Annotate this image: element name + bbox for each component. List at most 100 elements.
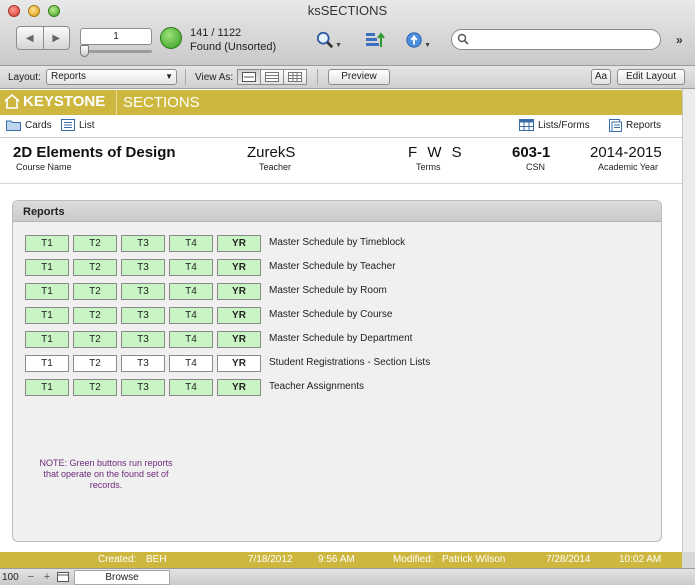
view-as-form-button[interactable]: [237, 69, 261, 85]
nav-lists-forms-label: Lists/Forms: [538, 119, 590, 131]
edit-layout-button[interactable]: Edit Layout: [617, 69, 685, 85]
report-t3-button[interactable]: T3: [121, 355, 165, 372]
created-time: 9:56 AM: [318, 554, 355, 565]
report-t4-button[interactable]: T4: [169, 283, 213, 300]
report-t2-button[interactable]: T2: [73, 331, 117, 348]
report-t1-button[interactable]: T1: [25, 235, 69, 252]
report-row-label: Master Schedule by Department: [269, 333, 413, 344]
csn-label: CSN: [526, 162, 546, 172]
report-t4-button[interactable]: T4: [169, 355, 213, 372]
table-icon: [519, 119, 534, 131]
preview-button[interactable]: Preview: [328, 69, 390, 85]
record-slider-track[interactable]: [80, 50, 152, 53]
report-t4-button[interactable]: T4: [169, 259, 213, 276]
share-button[interactable]: ▼: [405, 28, 431, 52]
list-view-icon: [265, 72, 279, 82]
nav-reports-link[interactable]: Reports: [609, 119, 661, 132]
modified-label: Modified:: [393, 554, 434, 565]
report-t2-button[interactable]: T2: [73, 379, 117, 396]
report-yr-button[interactable]: YR: [217, 331, 261, 348]
academic-year-value[interactable]: 2014-2015: [590, 144, 662, 161]
layout-select[interactable]: Reports ▼: [46, 69, 177, 85]
mode-indicator[interactable]: Browse: [74, 570, 170, 585]
formatting-bar-button[interactable]: Aa: [591, 69, 611, 85]
magnifier-icon: [316, 31, 334, 49]
nav-reports-label: Reports: [626, 120, 662, 131]
report-t1-button[interactable]: T1: [25, 331, 69, 348]
toolbar-overflow-icon[interactable]: »: [676, 33, 683, 47]
zoom-out-icon[interactable]: −: [25, 571, 37, 583]
terms-value[interactable]: F W S: [408, 144, 465, 161]
vertical-scrollbar[interactable]: [682, 89, 695, 552]
report-yr-button[interactable]: YR: [217, 379, 261, 396]
report-t1-button[interactable]: T1: [25, 283, 69, 300]
report-t3-button[interactable]: T3: [121, 307, 165, 324]
report-t1-button[interactable]: T1: [25, 259, 69, 276]
reports-panel-header: [13, 201, 661, 222]
report-yr-button[interactable]: YR: [217, 355, 261, 372]
report-t1-button[interactable]: T1: [25, 379, 69, 396]
divider: [0, 137, 682, 138]
zoom-in-icon[interactable]: +: [41, 571, 53, 583]
report-t3-button[interactable]: T3: [121, 235, 165, 252]
form-view-icon: [242, 72, 256, 82]
layout-select-value: Reports: [51, 71, 87, 82]
quick-find-input[interactable]: [472, 32, 652, 47]
report-t4-button[interactable]: T4: [169, 331, 213, 348]
view-as-table-button[interactable]: [283, 69, 307, 85]
toggle-toolbar-icon[interactable]: [57, 571, 69, 582]
nav-lists-forms-link[interactable]: Lists/Forms: [519, 119, 590, 131]
view-as-label: View As:: [195, 72, 234, 83]
report-t2-button[interactable]: T2: [73, 307, 117, 324]
course-name-value[interactable]: 2D Elements of Design: [13, 144, 176, 161]
report-t4-button[interactable]: T4: [169, 379, 213, 396]
table-view-icon: [288, 72, 302, 82]
find-button[interactable]: ▼: [316, 28, 342, 52]
report-t3-button[interactable]: T3: [121, 259, 165, 276]
report-row-label: Student Registrations - Section Lists: [269, 357, 431, 368]
created-by: BEH: [146, 554, 167, 565]
found-set-pie-icon: [160, 27, 182, 49]
found-status: Found (Unsorted): [190, 41, 277, 53]
report-yr-button[interactable]: YR: [217, 235, 261, 252]
report-t3-button[interactable]: T3: [121, 379, 165, 396]
report-t3-button[interactable]: T3: [121, 283, 165, 300]
nav-list-link[interactable]: List: [61, 119, 95, 131]
created-date: 7/18/2012: [248, 554, 293, 565]
next-record-button[interactable]: ▶: [42, 27, 70, 49]
terms-label: Terms: [416, 162, 441, 172]
report-yr-button[interactable]: YR: [217, 307, 261, 324]
report-t1-button[interactable]: T1: [25, 307, 69, 324]
report-row-label: Master Schedule by Timeblock: [269, 237, 406, 248]
report-yr-button[interactable]: YR: [217, 283, 261, 300]
previous-record-button[interactable]: ◀: [17, 27, 43, 49]
sort-button[interactable]: [362, 28, 388, 52]
report-t2-button[interactable]: T2: [73, 355, 117, 372]
view-as-list-button[interactable]: [260, 69, 284, 85]
divider: [185, 69, 186, 85]
csn-value[interactable]: 603-1: [512, 144, 550, 161]
found-count: 141 / 1122: [190, 27, 242, 39]
nav-cards-link[interactable]: Cards: [6, 119, 52, 131]
report-t3-button[interactable]: T3: [121, 331, 165, 348]
report-t4-button[interactable]: T4: [169, 235, 213, 252]
reports-panel-title: Reports: [23, 206, 65, 218]
modified-date: 7/28/2014: [546, 554, 591, 565]
dropdown-caret-icon: ▼: [424, 41, 431, 49]
report-t2-button[interactable]: T2: [73, 259, 117, 276]
brand-logo[interactable]: KEYSTONE: [4, 93, 105, 110]
report-t1-button[interactable]: T1: [25, 355, 69, 372]
record-number-field[interactable]: 1: [80, 28, 152, 45]
triangle-left-icon: ◀: [25, 32, 34, 44]
report-icon: [609, 119, 622, 132]
record-slider-knob[interactable]: [80, 45, 89, 57]
report-row-label: Master Schedule by Teacher: [269, 261, 396, 272]
report-t4-button[interactable]: T4: [169, 307, 213, 324]
layout-label: Layout:: [8, 72, 41, 83]
search-icon[interactable]: [457, 33, 470, 49]
zoom-level[interactable]: 100: [2, 572, 19, 583]
report-t2-button[interactable]: T2: [73, 235, 117, 252]
teacher-value[interactable]: ZurekS: [247, 144, 295, 161]
report-yr-button[interactable]: YR: [217, 259, 261, 276]
report-t2-button[interactable]: T2: [73, 283, 117, 300]
